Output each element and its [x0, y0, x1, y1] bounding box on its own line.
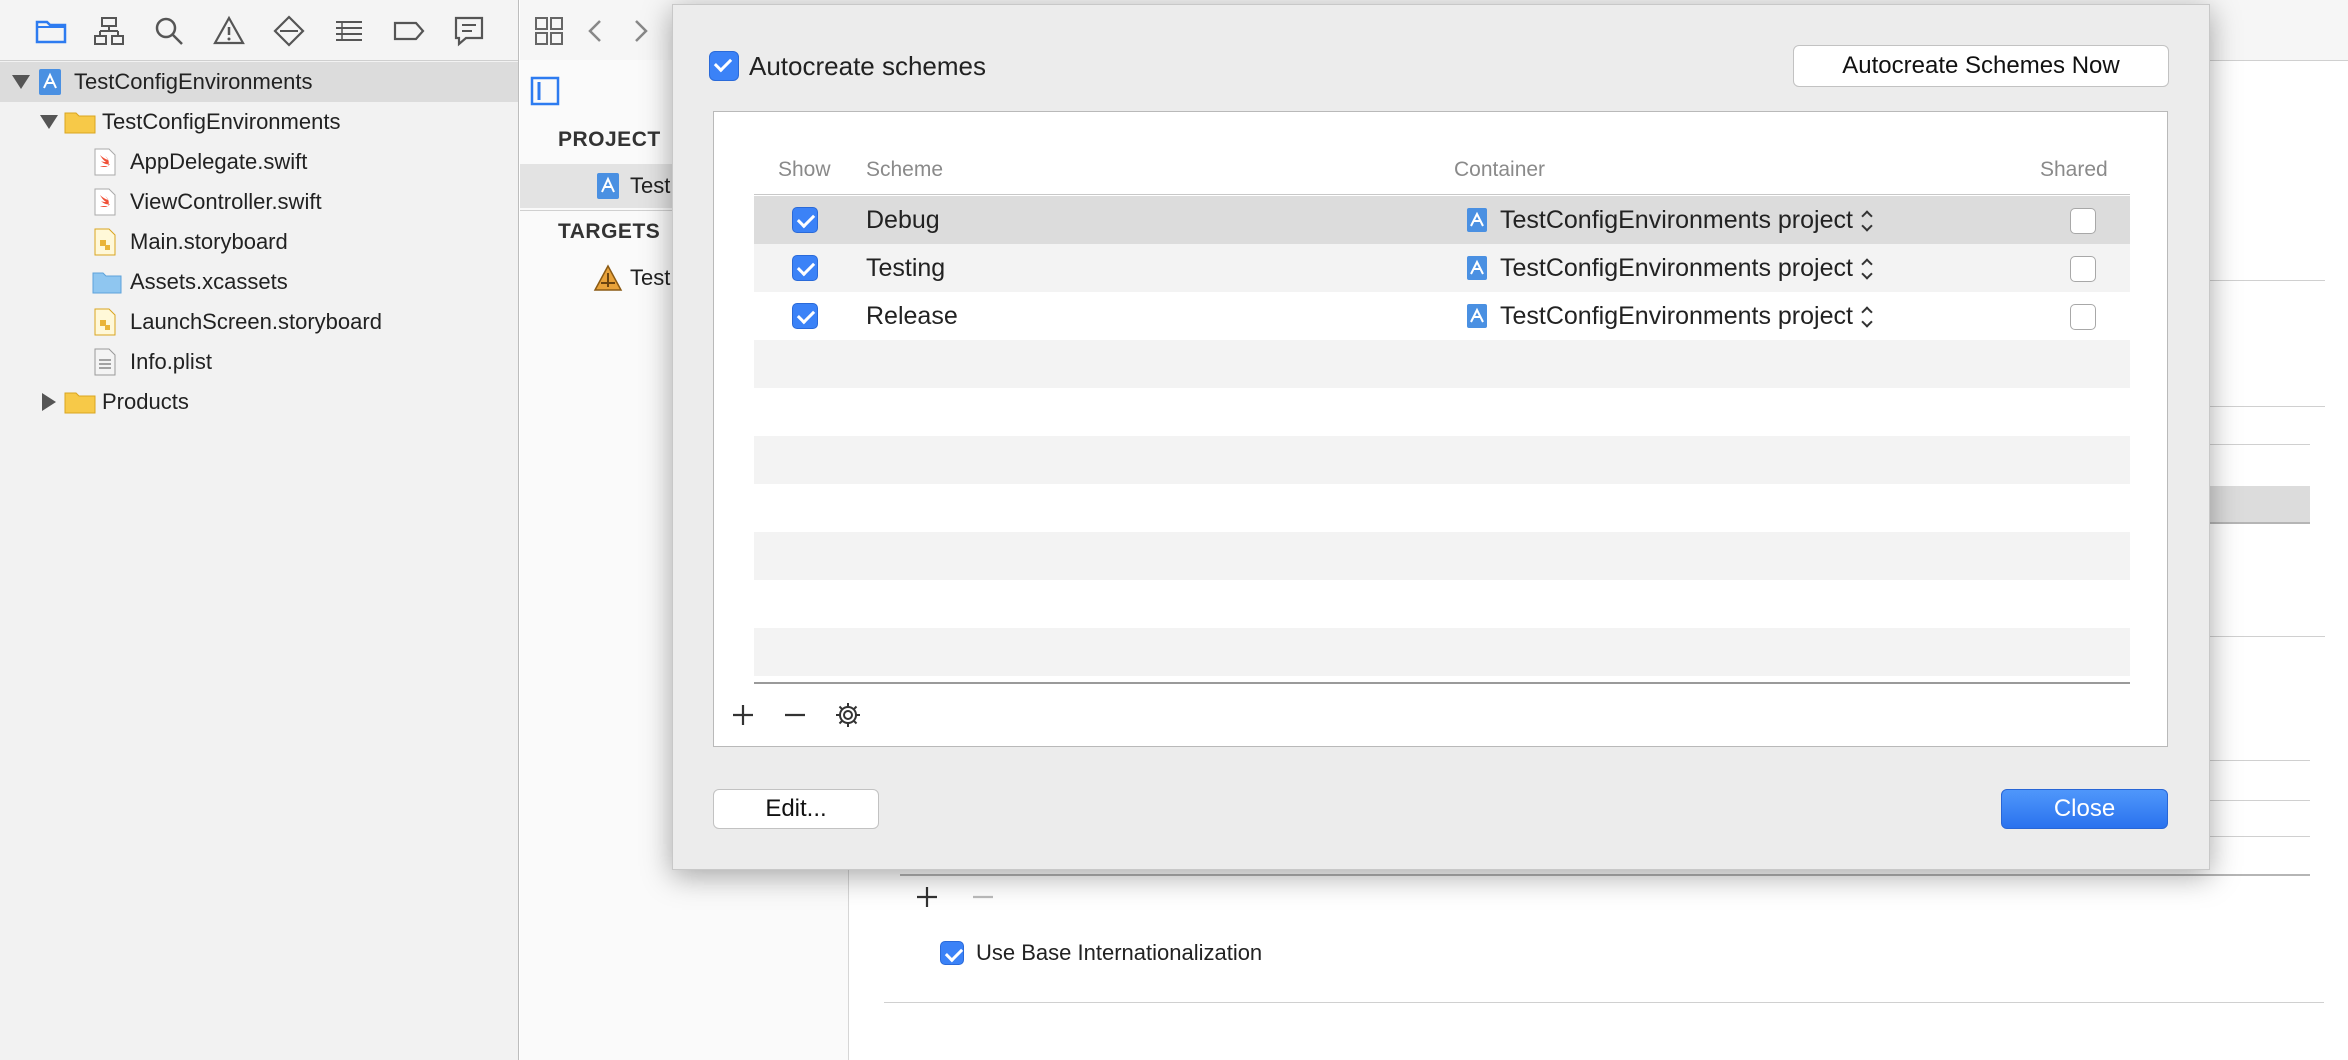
disclosure-expanded-icon[interactable] [12, 75, 30, 89]
project-item-label: Test [630, 173, 671, 198]
scheme-container-popup[interactable]: TestConfigEnvironments project [1500, 196, 1873, 244]
scheme-show-checkbox[interactable] [792, 303, 818, 329]
column-header-shared[interactable]: Shared [2040, 158, 2108, 182]
plist-file-icon [94, 348, 116, 376]
scheme-name: Testing [866, 254, 946, 282]
scheme-show-checkbox[interactable] [792, 255, 818, 281]
test-diamond-icon[interactable] [272, 14, 306, 48]
scheme-shared-checkbox[interactable] [2070, 304, 2096, 330]
folder-icon[interactable] [34, 14, 68, 48]
popup-stepper-icon [1861, 305, 1873, 329]
folder-yellow-icon [64, 112, 96, 134]
add-icon[interactable] [914, 884, 940, 910]
scheme-name: Release [866, 302, 958, 330]
disclosure-collapsed-icon[interactable] [42, 393, 56, 411]
targets-section-header: TARGETS [558, 220, 661, 243]
back-chevron-icon[interactable] [586, 18, 604, 44]
xcode-project-icon [597, 173, 619, 199]
empty-row [754, 532, 2130, 580]
schemes-table: Show Scheme Container Shared Debug TestC… [713, 111, 2168, 747]
tree-item-group[interactable]: TestConfigEnvironments [0, 102, 518, 142]
swift-file-icon [94, 148, 116, 176]
popup-stepper-icon [1861, 209, 1873, 233]
tree-item-file[interactable]: Assets.xcassets [0, 262, 518, 302]
storyboard-file-icon [94, 308, 116, 336]
tree-item-file[interactable]: Info.plist [0, 342, 518, 382]
folder-yellow-icon [64, 392, 96, 414]
use-base-internationalization-label: Use Base Internationalization [976, 940, 1263, 965]
use-base-internationalization-checkbox[interactable] [940, 941, 964, 965]
scheme-shared-checkbox[interactable] [2070, 256, 2096, 282]
tree-item-file[interactable]: Main.storyboard [0, 222, 518, 262]
scheme-row[interactable]: Testing TestConfigEnvironments project [754, 244, 2130, 292]
scheme-row[interactable]: Release TestConfigEnvironments project [754, 292, 2130, 340]
background-selected-row [2210, 486, 2310, 524]
empty-row [754, 628, 2130, 676]
remove-icon[interactable] [782, 702, 808, 728]
scheme-container-label: TestConfigEnvironments project [1500, 302, 1853, 330]
list-icon[interactable] [332, 14, 366, 48]
tree-item-group[interactable]: Products [0, 382, 518, 422]
scheme-name: Debug [866, 206, 940, 234]
swift-file-icon [94, 188, 116, 216]
tree-item-label: LaunchScreen.storyboard [130, 309, 382, 334]
add-icon[interactable] [730, 702, 756, 728]
column-header-show[interactable]: Show [778, 158, 831, 182]
asset-catalog-icon [92, 272, 122, 294]
scheme-container-popup[interactable]: TestConfigEnvironments project [1500, 244, 1873, 292]
tree-item-file[interactable]: LaunchScreen.storyboard [0, 302, 518, 342]
search-icon[interactable] [152, 14, 186, 48]
hide-sidebar-icon[interactable] [530, 76, 560, 106]
scheme-container-label: TestConfigEnvironments project [1500, 254, 1853, 282]
tree-item-label: Main.storyboard [130, 229, 288, 254]
label-tag-icon[interactable] [392, 14, 426, 48]
autocreate-schemes-label: Autocreate schemes [749, 51, 987, 81]
scheme-container-label: TestConfigEnvironments project [1500, 206, 1853, 234]
close-button[interactable]: Close [2001, 789, 2168, 829]
remove-icon[interactable] [970, 884, 996, 910]
app-target-icon [593, 264, 623, 291]
autocreate-schemes-now-button[interactable]: Autocreate Schemes Now [1793, 45, 2169, 87]
scheme-shared-checkbox[interactable] [2070, 208, 2096, 234]
scheme-row[interactable]: Debug TestConfigEnvironments project [754, 196, 2130, 244]
empty-row [754, 340, 2130, 388]
xcode-project-icon [39, 69, 61, 95]
empty-row [754, 436, 2130, 484]
scheme-container-popup[interactable]: TestConfigEnvironments project [1500, 292, 1873, 340]
target-item-label: Test [630, 265, 671, 290]
tree-item-label: TestConfigEnvironments [102, 109, 341, 134]
manage-schemes-sheet: Autocreate schemes Autocreate Schemes No… [672, 4, 2210, 870]
xcode-project-icon [1467, 256, 1487, 280]
xcode-project-icon [1467, 208, 1487, 232]
tree-item-file[interactable]: AppDelegate.swift [0, 142, 518, 182]
column-header-container[interactable]: Container [1454, 158, 1545, 182]
tree-item-label: ViewController.swift [130, 189, 322, 214]
xcode-project-icon [1467, 304, 1487, 328]
tree-item-label: AppDelegate.swift [130, 149, 308, 174]
storyboard-file-icon [94, 228, 116, 256]
tree-item-label: TestConfigEnvironments [74, 69, 313, 94]
hierarchy-icon[interactable] [92, 14, 126, 48]
tree-item-label: Info.plist [130, 349, 212, 374]
tree-item-project[interactable]: TestConfigEnvironments [0, 62, 518, 102]
popup-stepper-icon [1861, 257, 1873, 281]
scheme-show-checkbox[interactable] [792, 207, 818, 233]
edit-button[interactable]: Edit... [713, 789, 879, 829]
navigator-toolbar [0, 0, 518, 61]
project-section-header: PROJECT [558, 128, 661, 151]
column-header-scheme[interactable]: Scheme [866, 158, 943, 182]
tree-item-label: Assets.xcassets [130, 269, 288, 294]
tree-item-label: Products [102, 389, 189, 414]
forward-chevron-icon[interactable] [632, 18, 650, 44]
comment-icon[interactable] [452, 14, 486, 48]
autocreate-schemes-checkbox[interactable] [709, 51, 739, 81]
related-items-grid-icon[interactable] [534, 16, 564, 46]
warning-icon[interactable] [212, 14, 246, 48]
tree-item-file[interactable]: ViewController.swift [0, 182, 518, 222]
gear-icon[interactable] [834, 701, 862, 729]
disclosure-expanded-icon[interactable] [40, 115, 58, 129]
